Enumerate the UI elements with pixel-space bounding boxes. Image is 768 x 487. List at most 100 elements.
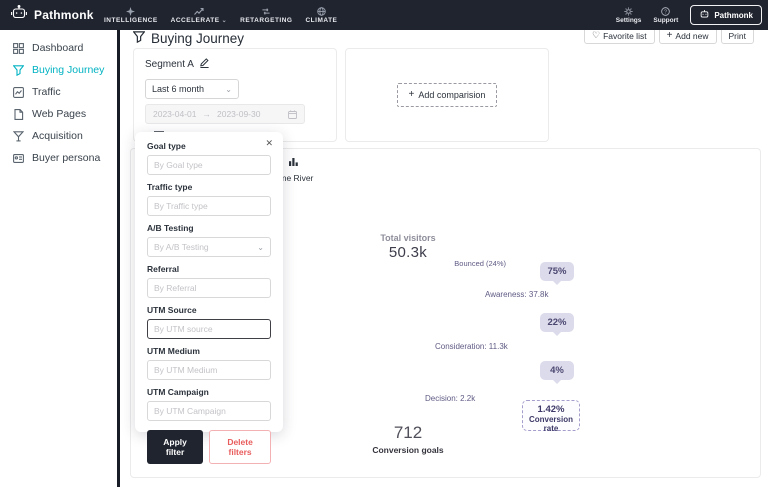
retargeting-icon [261, 7, 271, 16]
nav-item-accelerate[interactable]: ACCELERATE⌄ [171, 7, 227, 24]
nav-label: INTELLIGENCE [104, 17, 158, 24]
brand-logo[interactable]: Pathmonk [10, 0, 94, 30]
app-screen: Pathmonk INTELLIGENCE ACCELERATE⌄ RETARG… [0, 0, 768, 487]
apply-filter-button[interactable]: Apply filter [147, 430, 203, 464]
delete-filters-button[interactable]: Delete filters [209, 430, 271, 464]
consideration-stage-label: Consideration: 11.3k [435, 342, 508, 351]
robot-logo-icon [10, 5, 28, 25]
sidebar-item-label: Acquisition [32, 130, 83, 142]
date-end: 2023-09-30 [217, 109, 260, 119]
conversion-rate-value: 1.42% [523, 404, 579, 415]
sidebar-item-label: Traffic [32, 86, 61, 98]
comparison-card: + Add comparision [345, 48, 549, 142]
referral-input[interactable] [147, 278, 271, 298]
utm-medium-input[interactable] [147, 360, 271, 380]
conversion-goals-label: Conversion goals [358, 445, 458, 455]
field-label-referral: Referral [147, 264, 271, 274]
page-title-text: Buying Journey [151, 31, 244, 46]
gear-icon [624, 7, 633, 16]
field-label-utm-medium: UTM Medium [147, 346, 271, 356]
buyer-persona-icon [13, 153, 24, 164]
web-pages-icon [13, 109, 24, 120]
page-title: Buying Journey [133, 31, 244, 46]
sidebar: Dashboard Buying Journey Traffic Web Pag… [0, 30, 120, 487]
sidebar-item-dashboard[interactable]: Dashboard [0, 37, 117, 59]
navbar-menu: INTELLIGENCE ACCELERATE⌄ RETARGETING CLI… [104, 0, 337, 30]
calendar-icon [288, 110, 297, 119]
field-label-utm-campaign: UTM Campaign [147, 387, 271, 397]
date-start: 2023-04-01 [153, 109, 196, 119]
traffic-type-input[interactable] [147, 196, 271, 216]
period-select[interactable]: Last 6 month ⌄ [145, 79, 239, 99]
segment-title-row: Segment A [145, 58, 325, 71]
filter-popup: ✕ Goal type Traffic type A/B Testing By … [135, 132, 283, 432]
nav-item-climate[interactable]: CLIMATE [305, 7, 337, 24]
segment-title: Segment A [145, 59, 194, 70]
period-value: Last 6 month [152, 84, 204, 94]
svg-text:?: ? [664, 9, 667, 15]
sidebar-item-label: Web Pages [32, 108, 86, 120]
account-button[interactable]: Pathmonk [690, 5, 762, 25]
goal-type-input[interactable] [147, 155, 271, 175]
nav-label: RETARGETING [240, 17, 292, 24]
intelligence-icon [126, 7, 135, 16]
traffic-icon [13, 87, 24, 98]
nav-label: ACCELERATE⌄ [171, 17, 227, 24]
question-icon: ? [661, 7, 670, 16]
print-label: Print [729, 31, 746, 41]
close-icon[interactable]: ✕ [265, 138, 273, 149]
ab-testing-select[interactable]: By A/B Testing ⌄ [147, 237, 271, 257]
accelerate-icon [194, 7, 204, 16]
add-new-label: Add new [675, 31, 708, 41]
chevron-down-icon: ⌄ [257, 243, 264, 252]
utm-source-input[interactable] [147, 319, 271, 339]
field-label-goal-type: Goal type [147, 141, 271, 151]
conversion-rate-label: Conversion rate [523, 415, 579, 433]
nav-label: CLIMATE [305, 17, 337, 24]
nav-item-intelligence[interactable]: INTELLIGENCE [104, 7, 158, 24]
chevron-down-icon: ⌄ [222, 17, 228, 24]
decision-stage-label: Decision: 2.2k [425, 394, 475, 403]
top-navbar: Pathmonk INTELLIGENCE ACCELERATE⌄ RETARG… [0, 0, 768, 30]
sidebar-item-label: Buyer persona [32, 152, 100, 164]
sidebar-item-label: Buying Journey [32, 64, 104, 76]
field-label-ab-testing: A/B Testing [147, 223, 271, 233]
conversion-rate-box: 1.42% Conversion rate [522, 400, 580, 431]
funnel-icon [13, 65, 24, 76]
utm-campaign-input[interactable] [147, 401, 271, 421]
popup-actions: Apply filter Delete filters [147, 430, 271, 464]
bounced-label: Bounced (24%) [366, 259, 506, 268]
add-comparison-label: Add comparision [418, 90, 485, 100]
chevron-down-icon: ⌄ [225, 85, 232, 94]
plus-icon: + [667, 31, 673, 41]
bar-chart-icon [288, 154, 299, 171]
sidebar-item-web-pages[interactable]: Web Pages [0, 103, 117, 125]
plus-icon: + [409, 90, 415, 100]
decision-percent-badge: 4% [540, 361, 574, 380]
edit-pencil-icon[interactable] [200, 58, 209, 71]
field-label-utm-source: UTM Source [147, 305, 271, 315]
support-button[interactable]: ? Support [653, 7, 678, 24]
arrow-right-icon: → [202, 109, 211, 119]
ab-testing-placeholder: By A/B Testing [154, 242, 209, 252]
date-range-input[interactable]: 2023-04-01 → 2023-09-30 [145, 104, 305, 124]
awareness-percent-badge: 75% [540, 262, 574, 281]
sidebar-item-buying-journey[interactable]: Buying Journey [0, 59, 117, 81]
nav-item-retargeting[interactable]: RETARGETING [240, 7, 292, 24]
navbar-right: Settings ? Support Pathmonk [616, 0, 762, 30]
sidebar-item-buyer-persona[interactable]: Buyer persona [0, 147, 117, 169]
sidebar-item-label: Dashboard [32, 42, 83, 54]
add-comparison-button[interactable]: + Add comparision [397, 83, 498, 107]
total-visitors-label: Total visitors [358, 233, 458, 243]
sidebar-item-acquisition[interactable]: Acquisition [0, 125, 117, 147]
heart-icon: ♡ [592, 31, 600, 40]
sidebar-item-traffic[interactable]: Traffic [0, 81, 117, 103]
segment-card: Segment A Last 6 month ⌄ 2023-04-01 → 20… [133, 48, 337, 142]
climate-icon [317, 7, 326, 16]
acquisition-icon [13, 131, 24, 142]
settings-button[interactable]: Settings [616, 7, 642, 24]
settings-label: Settings [616, 17, 642, 24]
consideration-percent-badge: 22% [540, 313, 574, 332]
field-label-traffic-type: Traffic type [147, 182, 271, 192]
robot-icon [699, 9, 710, 21]
